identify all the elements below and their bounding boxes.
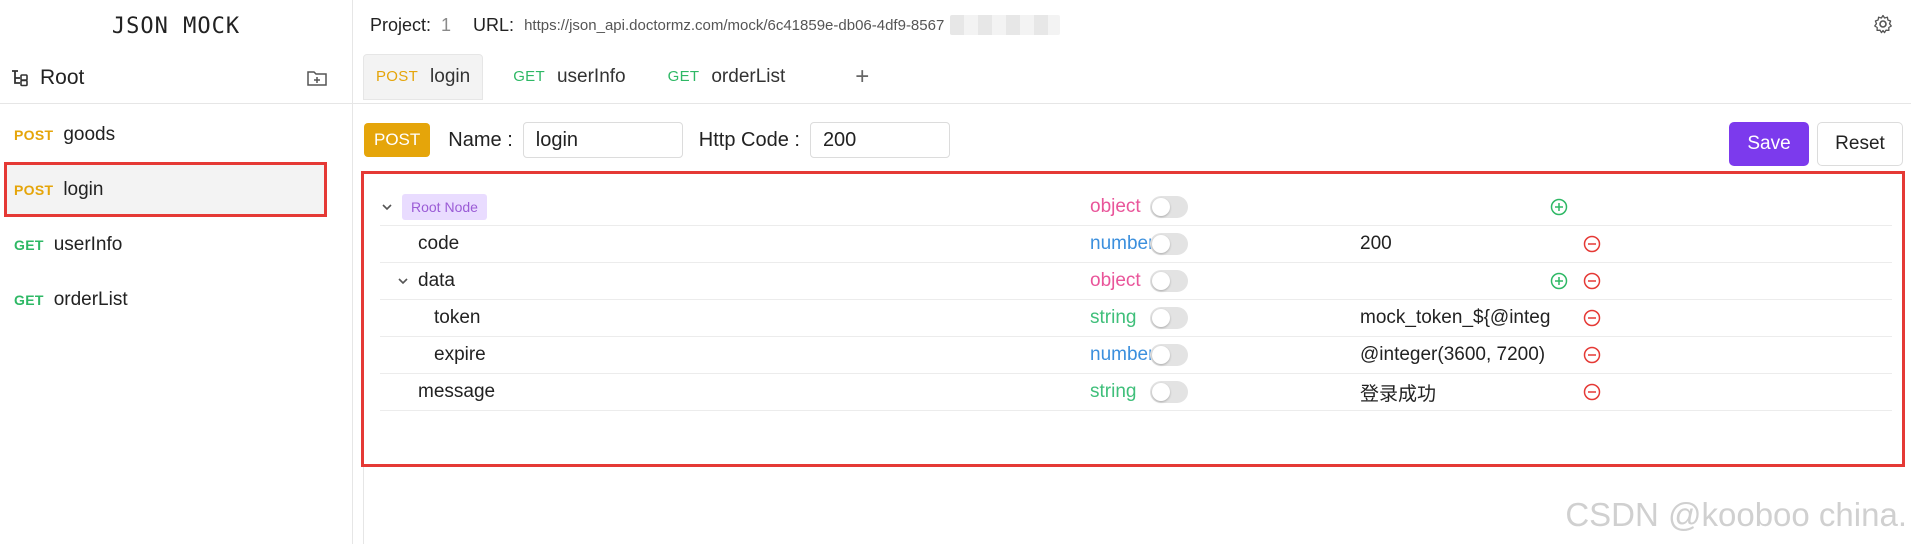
api-item-goods[interactable]: POST goods bbox=[0, 107, 342, 162]
chevron-down-icon[interactable] bbox=[380, 200, 394, 214]
method-label: GET bbox=[14, 236, 44, 253]
http-code-label: Http Code : bbox=[698, 128, 800, 151]
tree-row-data: data object bbox=[380, 263, 1892, 300]
redacted-url-mask bbox=[950, 15, 1061, 35]
url-label: URL: bbox=[473, 14, 515, 35]
root-label: Root bbox=[40, 65, 85, 89]
topbar: Project: 1 URL: https://json_api.doctorm… bbox=[353, 0, 1911, 50]
api-name: orderList bbox=[53, 288, 128, 310]
field-key[interactable]: code bbox=[418, 233, 459, 255]
api-name: userInfo bbox=[53, 233, 123, 255]
type-label[interactable]: number bbox=[1090, 344, 1154, 366]
tab-label: login bbox=[430, 65, 471, 87]
field-value[interactable]: mock_token_${@intege bbox=[1360, 307, 1550, 329]
tab-method: POST bbox=[376, 68, 419, 85]
field-key[interactable]: expire bbox=[434, 344, 486, 366]
method-badge[interactable]: POST bbox=[364, 123, 431, 157]
add-child-icon[interactable] bbox=[1550, 272, 1568, 290]
watermark: CSDN @kooboo china. bbox=[1565, 496, 1907, 533]
main-panel: Project: 1 URL: https://json_api.doctorm… bbox=[353, 0, 1911, 544]
type-label[interactable]: string bbox=[1090, 381, 1136, 403]
gear-icon[interactable] bbox=[1873, 14, 1893, 34]
mock-toggle[interactable] bbox=[1150, 307, 1188, 329]
tree-row-root: Root Node object bbox=[380, 189, 1892, 226]
remove-icon[interactable] bbox=[1583, 346, 1601, 364]
content-divider bbox=[363, 467, 364, 544]
tab-userinfo[interactable]: GET userInfo bbox=[501, 54, 637, 100]
name-label: Name : bbox=[448, 128, 513, 151]
mock-toggle[interactable] bbox=[1150, 270, 1188, 292]
add-tab-button[interactable]: + bbox=[855, 63, 869, 91]
field-value[interactable]: 登录成功 bbox=[1360, 379, 1550, 406]
chevron-down-icon[interactable] bbox=[396, 274, 410, 288]
api-item-login[interactable]: POST login bbox=[4, 162, 327, 217]
mock-toggle[interactable] bbox=[1150, 233, 1188, 255]
save-button[interactable]: Save bbox=[1729, 122, 1809, 166]
add-child-icon[interactable] bbox=[1550, 198, 1568, 216]
field-key[interactable]: data bbox=[418, 270, 455, 292]
root-row[interactable]: Root bbox=[0, 52, 352, 104]
remove-icon[interactable] bbox=[1583, 383, 1601, 401]
method-label: POST bbox=[14, 126, 54, 143]
tree-structure-icon bbox=[12, 69, 28, 86]
tree-row-expire: expire number @integer(3600, 7200) bbox=[380, 337, 1892, 374]
http-code-input[interactable] bbox=[809, 122, 950, 158]
tab-label: userInfo bbox=[556, 65, 626, 87]
field-key[interactable]: token bbox=[434, 307, 480, 329]
tab-bar: POST login GET userInfo GET orderList + bbox=[353, 50, 1911, 104]
remove-icon[interactable] bbox=[1583, 309, 1601, 327]
field-value[interactable]: 200 bbox=[1360, 233, 1550, 255]
tab-label: orderList bbox=[711, 65, 786, 87]
field-value[interactable]: @integer(3600, 7200) bbox=[1360, 344, 1550, 366]
type-label[interactable]: number bbox=[1090, 233, 1154, 255]
project-label: Project: bbox=[370, 14, 432, 35]
field-key[interactable]: message bbox=[418, 381, 495, 403]
mock-toggle[interactable] bbox=[1150, 196, 1188, 218]
endpoint-form: POST Name : Http Code : Save Reset bbox=[353, 104, 1911, 176]
api-list: POST goods POST login GET userInfo GET o… bbox=[0, 104, 352, 327]
tree-row-message: message string 登录成功 bbox=[380, 374, 1892, 411]
reset-button[interactable]: Reset bbox=[1817, 122, 1903, 166]
sidebar: JSON MOCK Root POST goods POST login GET… bbox=[0, 0, 353, 544]
mock-toggle[interactable] bbox=[1150, 344, 1188, 366]
tab-method: GET bbox=[667, 68, 700, 85]
api-item-orderlist[interactable]: GET orderList bbox=[0, 272, 342, 327]
add-folder-icon[interactable] bbox=[306, 68, 328, 88]
tab-method: GET bbox=[513, 68, 545, 85]
tab-orderlist[interactable]: GET orderList bbox=[656, 54, 798, 100]
root-node-badge: Root Node bbox=[402, 194, 487, 220]
type-label[interactable]: object bbox=[1090, 270, 1141, 292]
app-title: JSON MOCK bbox=[111, 13, 241, 39]
method-label: GET bbox=[14, 291, 44, 308]
json-tree: Root Node object code number 200 data ob… bbox=[380, 189, 1892, 411]
type-label[interactable]: object bbox=[1090, 196, 1141, 218]
remove-icon[interactable] bbox=[1583, 272, 1601, 290]
remove-icon[interactable] bbox=[1583, 235, 1601, 253]
tree-row-code: code number 200 bbox=[380, 226, 1892, 263]
api-item-userinfo[interactable]: GET userInfo bbox=[0, 217, 342, 272]
project-value: 1 bbox=[441, 14, 452, 35]
name-input[interactable] bbox=[522, 122, 683, 158]
api-name: login bbox=[63, 178, 104, 200]
url-value[interactable]: https://json_api.doctormz.com/mock/6c418… bbox=[524, 17, 944, 34]
mock-toggle[interactable] bbox=[1150, 381, 1188, 403]
tree-row-token: token string mock_token_${@intege bbox=[380, 300, 1892, 337]
method-label: POST bbox=[14, 181, 54, 198]
tab-login[interactable]: POST login bbox=[363, 53, 484, 100]
json-tree-panel: Root Node object code number 200 data ob… bbox=[361, 171, 1905, 467]
type-label[interactable]: string bbox=[1090, 307, 1136, 329]
api-name: goods bbox=[63, 123, 116, 145]
